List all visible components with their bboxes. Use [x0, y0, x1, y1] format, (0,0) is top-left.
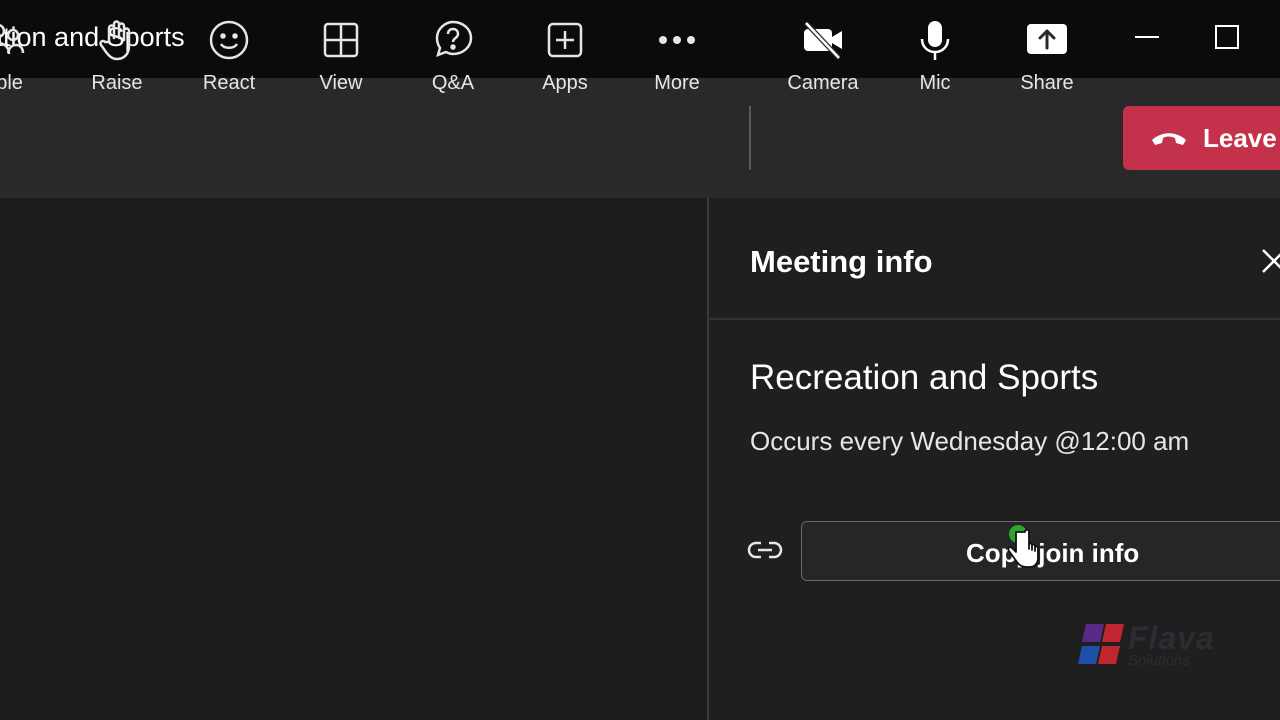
more-label: More	[654, 72, 700, 94]
minimize-icon	[1135, 36, 1159, 38]
apps-button[interactable]: Apps	[513, 18, 617, 104]
hand-icon	[95, 18, 139, 62]
share-button[interactable]: Share	[995, 18, 1099, 104]
raise-hand-button[interactable]: Raise	[65, 18, 169, 104]
share-upload-icon	[1025, 18, 1069, 62]
meeting-stage	[0, 198, 707, 720]
maximize-icon	[1215, 25, 1239, 49]
people-label: ople	[0, 72, 23, 94]
meeting-schedule: Occurs every Wednesday @12:00 am	[750, 426, 1190, 456]
apps-label: Apps	[542, 72, 588, 94]
camera-label: Camera	[787, 72, 859, 94]
raise-label: Raise	[91, 72, 143, 94]
mic-button[interactable]: Mic	[883, 18, 987, 104]
people-icon	[0, 18, 26, 62]
view-label: View	[319, 72, 363, 94]
hand-cursor-icon	[996, 522, 1046, 578]
smiley-icon	[207, 18, 251, 62]
meeting-name: Recreation and Sports	[750, 358, 1099, 397]
maximize-button[interactable]	[1207, 20, 1247, 56]
mic-label: Mic	[919, 72, 951, 94]
close-panel-button[interactable]	[1259, 246, 1280, 276]
minimize-button[interactable]	[1127, 20, 1167, 56]
hang-up-icon	[1152, 133, 1186, 145]
panel-title: Meeting info	[750, 244, 933, 279]
grid-icon	[319, 18, 363, 62]
react-label: React	[202, 72, 256, 94]
view-button[interactable]: View	[289, 18, 393, 104]
people-button[interactable]: ople	[0, 18, 56, 104]
logo-subtext: Solutions	[1128, 652, 1190, 669]
react-button[interactable]: React	[177, 18, 281, 104]
microphone-icon	[913, 18, 957, 62]
flava-solutions-logo: Flava Solutions	[1078, 618, 1238, 674]
leave-button[interactable]: Leave	[1123, 106, 1280, 170]
qa-button[interactable]: Q&A	[401, 18, 505, 104]
share-label: Share	[1020, 72, 1074, 94]
link-icon	[747, 536, 783, 564]
question-chat-icon	[431, 18, 475, 62]
more-button[interactable]: More	[625, 18, 729, 104]
logo-mark-icon	[1078, 624, 1124, 664]
copy-join-info-label: Copy join info	[966, 538, 1140, 568]
camera-off-icon	[801, 18, 845, 62]
leave-label: Leave	[1203, 122, 1277, 153]
close-icon	[1262, 249, 1280, 273]
more-dots-icon	[655, 18, 699, 62]
qa-label: Q&A	[431, 72, 475, 94]
panel-header: Meeting info	[709, 198, 1280, 320]
toolbar-divider	[749, 106, 751, 170]
camera-button[interactable]: Camera	[771, 18, 875, 104]
plus-square-icon	[543, 18, 587, 62]
